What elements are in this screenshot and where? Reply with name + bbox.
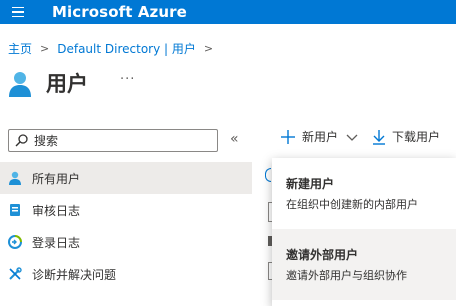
sidebar-item-sign-in-logs[interactable]: 登录日志 bbox=[0, 226, 252, 258]
new-user-dropdown: 新建用户 在组织中创建新的内部用户 邀请外部用户 邀请外部用户与组织协作 bbox=[272, 158, 456, 306]
page-header: 用户 bbox=[8, 66, 88, 100]
more-options-icon[interactable]: ··· bbox=[120, 72, 135, 87]
menu-item-description: 在组织中创建新的内部用户 bbox=[286, 198, 418, 211]
menu-item-description: 邀请外部用户与组织协作 bbox=[286, 269, 407, 282]
plus-icon bbox=[281, 129, 295, 144]
collapse-sidebar-icon[interactable]: « bbox=[230, 131, 239, 147]
hamburger-menu-icon[interactable] bbox=[0, 0, 40, 24]
wrench-icon bbox=[8, 267, 22, 281]
menu-item-title: 邀请外部用户 bbox=[286, 248, 359, 262]
page-title: 用户 bbox=[46, 72, 88, 96]
download-users-label: 下载用户 bbox=[392, 130, 441, 144]
sidebar-item-audit-logs[interactable]: 审核日志 bbox=[0, 194, 252, 226]
brand-title[interactable]: Microsoft Azure bbox=[52, 3, 187, 21]
info-icon-fragment bbox=[265, 168, 271, 182]
search-placeholder: 搜索 bbox=[34, 134, 59, 148]
sidebar-item-label: 诊断并解决问题 bbox=[32, 267, 117, 282]
sidebar-item-label: 登录日志 bbox=[32, 235, 81, 250]
new-user-button[interactable]: 新用户 bbox=[280, 128, 358, 145]
sidebar: 所有用户 审核日志 登录日志 诊断并解决问题 bbox=[0, 162, 252, 290]
breadcrumb: 主页 > Default Directory | 用户 > bbox=[8, 40, 221, 57]
sidebar-item-diagnose[interactable]: 诊断并解决问题 bbox=[0, 258, 252, 290]
menu-item-invite-external-user[interactable]: 邀请外部用户 邀请外部用户与组织协作 bbox=[272, 229, 456, 300]
menu-item-create-user[interactable]: 新建用户 在组织中创建新的内部用户 bbox=[272, 158, 456, 229]
audit-log-icon bbox=[8, 203, 22, 217]
chevron-down-icon bbox=[346, 134, 358, 141]
menu-item-title: 新建用户 bbox=[286, 177, 335, 191]
download-icon bbox=[373, 129, 386, 145]
download-users-button[interactable]: 下载用户 bbox=[372, 128, 440, 145]
command-bar: 新用户 下载用户 bbox=[272, 128, 440, 145]
sign-in-log-icon bbox=[8, 235, 22, 249]
sidebar-item-all-users[interactable]: 所有用户 bbox=[0, 162, 252, 194]
user-icon bbox=[8, 70, 32, 100]
sidebar-item-label: 所有用户 bbox=[32, 171, 81, 186]
search-input[interactable]: 搜索 bbox=[8, 129, 218, 152]
breadcrumb-home[interactable]: 主页 bbox=[8, 40, 32, 57]
new-user-label: 新用户 bbox=[302, 130, 339, 144]
user-icon bbox=[8, 171, 22, 185]
sidebar-item-label: 审核日志 bbox=[32, 203, 81, 218]
breadcrumb-directory-users[interactable]: Default Directory | 用户 bbox=[57, 40, 196, 57]
search-icon bbox=[15, 134, 28, 147]
chevron-right-icon: > bbox=[40, 42, 50, 55]
chevron-right-icon: > bbox=[203, 42, 214, 55]
top-bar: Microsoft Azure bbox=[0, 0, 456, 24]
